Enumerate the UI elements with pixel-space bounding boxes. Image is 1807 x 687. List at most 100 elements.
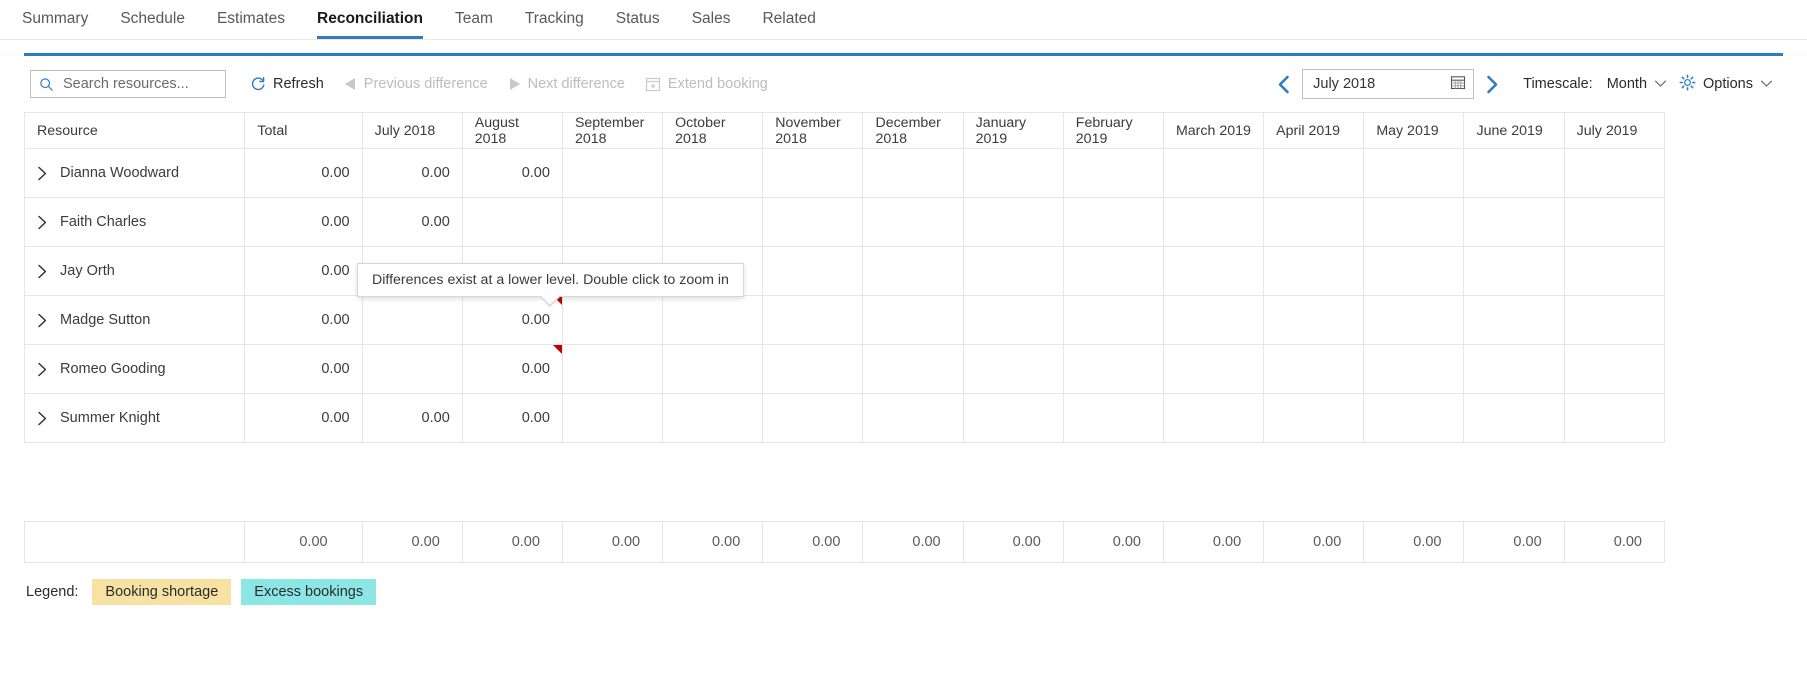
- value-cell[interactable]: [662, 197, 764, 247]
- column-header-october-2018[interactable]: October 2018: [662, 112, 764, 149]
- value-cell[interactable]: [862, 148, 964, 198]
- value-cell[interactable]: [862, 246, 964, 296]
- expand-chevron-icon[interactable]: [37, 313, 48, 328]
- resource-cell[interactable]: Jay Orth: [23, 246, 246, 296]
- tab-status[interactable]: Status: [600, 0, 676, 39]
- period-picker[interactable]: July 2018: [1302, 69, 1475, 99]
- expand-chevron-icon[interactable]: [37, 411, 48, 426]
- value-cell[interactable]: [1463, 295, 1565, 345]
- value-cell[interactable]: [1263, 295, 1365, 345]
- value-cell[interactable]: [1263, 344, 1365, 394]
- value-cell[interactable]: [1363, 246, 1465, 296]
- value-cell[interactable]: [1363, 393, 1465, 443]
- value-cell[interactable]: [1062, 393, 1164, 443]
- search-box[interactable]: [30, 70, 252, 98]
- total-cell[interactable]: 0.00: [244, 148, 363, 198]
- tab-reconciliation[interactable]: Reconciliation: [301, 0, 439, 39]
- value-cell[interactable]: [662, 148, 764, 198]
- value-cell[interactable]: 0.00: [361, 393, 463, 443]
- value-cell[interactable]: [1563, 344, 1666, 394]
- expand-chevron-icon[interactable]: [37, 166, 48, 181]
- value-cell[interactable]: [1463, 148, 1565, 198]
- column-header-april-2019[interactable]: April 2019: [1263, 112, 1365, 149]
- total-cell[interactable]: 0.00: [244, 344, 363, 394]
- value-cell[interactable]: [862, 393, 964, 443]
- value-cell[interactable]: [1162, 344, 1265, 394]
- value-cell[interactable]: [461, 197, 563, 247]
- total-cell[interactable]: 0.00: [244, 197, 363, 247]
- value-cell[interactable]: [1162, 295, 1265, 345]
- value-cell[interactable]: [662, 295, 764, 345]
- value-cell[interactable]: [1463, 393, 1565, 443]
- value-cell[interactable]: [1563, 246, 1666, 296]
- value-cell[interactable]: [962, 148, 1064, 198]
- value-cell[interactable]: [1463, 344, 1565, 394]
- table-row[interactable]: Dianna Woodward 0.00 0.00 0.00: [23, 148, 1666, 198]
- value-cell[interactable]: [1363, 148, 1465, 198]
- timescale-dropdown[interactable]: Month: [1601, 72, 1673, 96]
- search-input[interactable]: [61, 75, 252, 93]
- value-cell[interactable]: [1363, 344, 1465, 394]
- tab-tracking[interactable]: Tracking: [509, 0, 600, 39]
- total-cell[interactable]: 0.00: [244, 295, 363, 345]
- column-header-january-2019[interactable]: January 2019: [962, 112, 1064, 149]
- tab-sales[interactable]: Sales: [676, 0, 747, 39]
- tab-schedule[interactable]: Schedule: [104, 0, 201, 39]
- value-cell[interactable]: [962, 246, 1064, 296]
- resource-cell[interactable]: Dianna Woodward: [23, 148, 246, 198]
- value-cell[interactable]: [862, 344, 964, 394]
- value-cell[interactable]: [561, 148, 664, 198]
- options-dropdown[interactable]: Options: [1673, 70, 1779, 99]
- value-cell[interactable]: 0.00: [361, 148, 463, 198]
- table-row[interactable]: Jay Orth0.000.00: [23, 246, 1666, 296]
- value-cell[interactable]: [1263, 393, 1365, 443]
- extend-booking-button[interactable]: Extend booking: [635, 71, 778, 97]
- column-header-november-2018[interactable]: November 2018: [762, 112, 864, 149]
- tab-summary[interactable]: Summary: [6, 0, 104, 39]
- resource-cell[interactable]: Faith Charles: [23, 197, 246, 247]
- value-cell[interactable]: [1563, 197, 1666, 247]
- expand-chevron-icon[interactable]: [37, 264, 48, 279]
- tab-team[interactable]: Team: [439, 0, 509, 39]
- next-period-button[interactable]: [1474, 75, 1509, 94]
- value-cell[interactable]: [1263, 148, 1365, 198]
- value-cell[interactable]: [762, 148, 864, 198]
- column-header-march-2019[interactable]: March 2019: [1162, 112, 1265, 149]
- table-row[interactable]: Faith Charles 0.00 0.00: [23, 197, 1666, 247]
- table-row[interactable]: Romeo Gooding 0.00 0.00: [23, 344, 1666, 394]
- value-cell[interactable]: [1062, 295, 1164, 345]
- value-cell[interactable]: [1563, 393, 1666, 443]
- previous-period-button[interactable]: [1267, 75, 1302, 94]
- refresh-button[interactable]: Refresh: [240, 71, 334, 97]
- value-cell[interactable]: 0.00: [461, 344, 563, 394]
- value-cell[interactable]: [962, 197, 1064, 247]
- column-header-august-2018[interactable]: August 2018: [461, 112, 563, 149]
- value-cell[interactable]: 0.00: [461, 148, 563, 198]
- tab-related[interactable]: Related: [746, 0, 831, 39]
- column-header-july-2018[interactable]: July 2018: [361, 112, 463, 149]
- value-cell[interactable]: [1162, 197, 1265, 247]
- tab-estimates[interactable]: Estimates: [201, 0, 301, 39]
- value-cell[interactable]: [662, 393, 764, 443]
- value-cell[interactable]: [962, 344, 1064, 394]
- value-cell[interactable]: [1162, 148, 1265, 198]
- expand-chevron-icon[interactable]: [37, 362, 48, 377]
- column-header-december-2018[interactable]: December 2018: [862, 112, 964, 149]
- resource-cell[interactable]: Romeo Gooding: [23, 344, 246, 394]
- value-cell[interactable]: [1062, 344, 1164, 394]
- expand-chevron-icon[interactable]: [37, 215, 48, 230]
- resource-cell[interactable]: Madge Sutton: [23, 295, 246, 345]
- value-cell[interactable]: [1463, 246, 1565, 296]
- value-cell[interactable]: [1062, 246, 1164, 296]
- value-cell[interactable]: [361, 295, 463, 345]
- value-cell[interactable]: 0.00: [461, 393, 563, 443]
- total-cell[interactable]: 0.00: [244, 246, 363, 296]
- value-cell[interactable]: [762, 344, 864, 394]
- value-cell[interactable]: [1563, 295, 1666, 345]
- value-cell[interactable]: [1162, 393, 1265, 443]
- column-header-june-2019[interactable]: June 2019: [1463, 112, 1565, 149]
- next-difference-button[interactable]: Next difference: [498, 71, 635, 97]
- value-cell[interactable]: [561, 393, 664, 443]
- value-cell[interactable]: [762, 246, 864, 296]
- column-header-total[interactable]: Total: [244, 112, 363, 149]
